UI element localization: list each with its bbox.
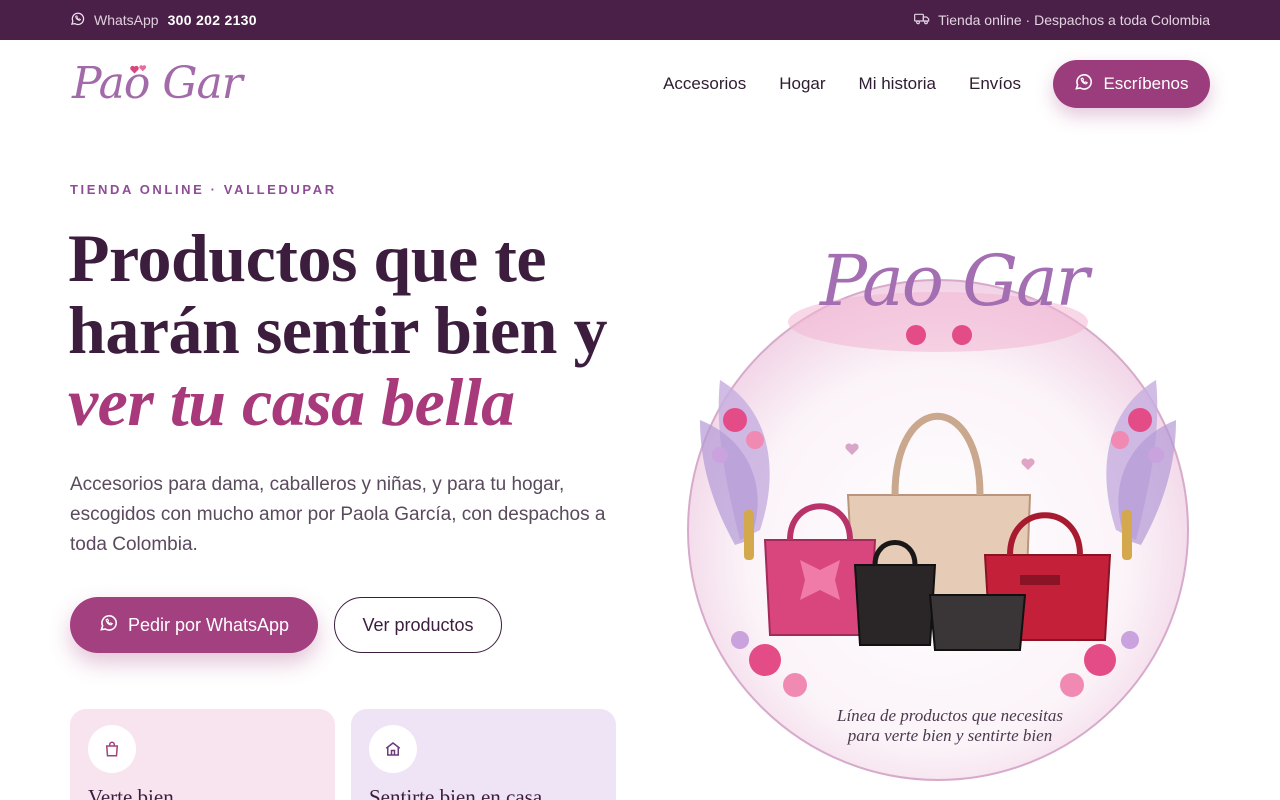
top-bar: WhatsApp 300 202 2130 Tienda online · De… xyxy=(0,0,1280,40)
shipping-info: Tienda online · Despachos a toda Colombi… xyxy=(914,0,1210,40)
hero-title: Productos que te harán sentir bien y ver… xyxy=(68,222,628,438)
hero-title-line2: harán sentir bien y xyxy=(68,292,607,368)
heart-icon xyxy=(130,62,148,80)
whatsapp-number[interactable]: 300 202 2130 xyxy=(168,12,257,28)
category-card-sentirte-bien[interactable]: Sentirte bien en casa xyxy=(351,709,616,800)
category-card-verte-bien[interactable]: Verte bien xyxy=(70,709,335,800)
whatsapp-icon xyxy=(99,613,118,637)
whatsapp-icon xyxy=(1074,72,1093,96)
view-products-button[interactable]: Ver productos xyxy=(334,597,502,653)
tagline-line1: Línea de productos que necesitas xyxy=(837,706,1063,725)
hero-title-accent: ver tu casa bella xyxy=(68,364,515,440)
logo[interactable]: Pao Gar xyxy=(70,50,243,110)
whatsapp-icon xyxy=(70,11,85,29)
hero-eyebrow: TIENDA ONLINE · VALLEDUPAR xyxy=(70,182,337,197)
home-icon xyxy=(369,725,417,773)
hero-illustration: Pao Gar Línea de productos que necesitas… xyxy=(680,240,1200,785)
main-nav: Accesorios Hogar Mi historia Envíos xyxy=(663,40,1021,128)
hero-title-line1: Productos que te xyxy=(68,220,547,296)
logo-text: Pao Gar xyxy=(72,58,243,109)
shipping-text: Tienda online · Despachos a toda Colombi… xyxy=(938,12,1210,28)
contact-button-label: Escríbenos xyxy=(1103,74,1189,93)
truck-icon xyxy=(914,12,930,29)
nav-accesorios[interactable]: Accesorios xyxy=(663,74,746,94)
order-whatsapp-button[interactable]: Pedir por WhatsApp xyxy=(70,597,318,653)
card-title: Sentirte bien en casa xyxy=(369,785,543,800)
header: Pao Gar Accesorios Hogar Mi historia Env… xyxy=(0,40,1280,128)
nav-mi-historia[interactable]: Mi historia xyxy=(859,74,936,94)
shopping-bag-icon xyxy=(88,725,136,773)
whatsapp-label: WhatsApp xyxy=(94,12,159,28)
nav-envios[interactable]: Envíos xyxy=(969,74,1021,94)
illustration-tagline: Línea de productos que necesitas para ve… xyxy=(800,706,1100,746)
order-whatsapp-label: Pedir por WhatsApp xyxy=(127,614,290,635)
view-products-label: Ver productos xyxy=(362,614,474,635)
nav-hogar[interactable]: Hogar xyxy=(779,74,825,94)
card-title: Verte bien xyxy=(88,785,174,800)
contact-button[interactable]: Escríbenos xyxy=(1053,60,1210,108)
hero-subtitle: Accesorios para dama, caballeros y niñas… xyxy=(70,474,606,555)
tagline-line2: para verte bien y sentirte bien xyxy=(847,726,1053,745)
whatsapp-contact[interactable]: WhatsApp 300 202 2130 xyxy=(70,0,257,40)
illustration-brand: Pao Gar xyxy=(820,240,1089,322)
